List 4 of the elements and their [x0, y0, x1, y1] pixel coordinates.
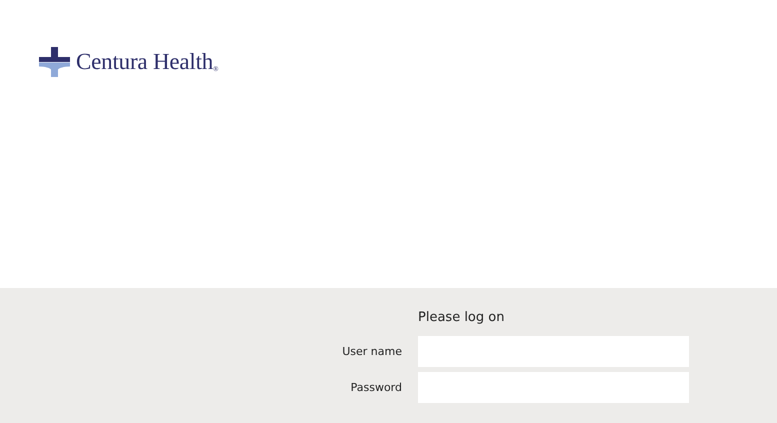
login-heading: Please log on	[418, 310, 506, 325]
field-label: Password	[350, 381, 402, 394]
field-label: User name	[342, 345, 402, 358]
cross-icon	[39, 47, 70, 77]
